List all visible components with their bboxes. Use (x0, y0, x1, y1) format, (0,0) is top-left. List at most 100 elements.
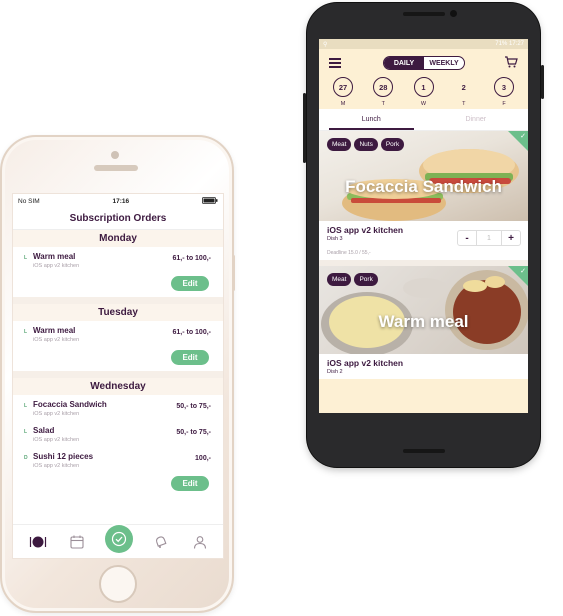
order-price: 50,- to 75,- (176, 403, 211, 410)
meal-type-badge: L (24, 429, 28, 435)
weekly-tab[interactable]: WEEKLY (424, 57, 464, 69)
day-number: 2 (461, 82, 466, 92)
meal-type-badge: L (24, 403, 28, 409)
check-icon: ✓ (520, 268, 526, 275)
front-camera (111, 151, 119, 159)
day-item[interactable]: 28 T (369, 77, 397, 109)
meal-tabs: Lunch Dinner (319, 109, 528, 131)
tag-meat: Meat (327, 138, 352, 151)
order-kitchen: iOS app v2 kitchen (33, 437, 80, 443)
divider (13, 297, 223, 304)
deadline-label: Deadline 15.0 / 55,- (327, 250, 371, 256)
order-price: 50,- to 75,- (176, 429, 211, 436)
bottom-speaker (403, 449, 445, 453)
app-header: DAILY WEEKLY (319, 49, 528, 75)
order-price: 100,- (195, 455, 211, 462)
tab-bar (13, 524, 223, 558)
allergen-tags: Meat Pork (327, 273, 378, 286)
tab-dinner[interactable]: Dinner (424, 109, 529, 130)
order-item[interactable]: L Warm meal iOS app v2 kitchen 61,- to 1… (13, 321, 223, 347)
day-section-wednesday: Wednesday L Focaccia Sandwich iOS app v2… (13, 378, 223, 497)
edit-button[interactable]: Edit (171, 350, 209, 365)
meal-title-overlay: Focaccia Sandwich (345, 177, 502, 196)
order-item[interactable]: D Sushi 12 pieces iOS app v2 kitchen 100… (13, 447, 223, 473)
profile-icon[interactable] (189, 531, 211, 553)
status-time: 17:27 (508, 41, 524, 47)
quantity-value[interactable]: 1 (476, 231, 502, 245)
meal-card[interactable]: Meat Pork ✓ Warm meal iOS app v2 kitchen… (319, 266, 528, 379)
volume-down-button (0, 295, 2, 325)
tag-pork: Pork (354, 273, 378, 286)
decrement-button[interactable]: - (458, 233, 476, 244)
iphone-device: No SIM 17:16 Subscription Orders Monday … (0, 135, 235, 613)
day-letter: M (340, 101, 346, 107)
android-device: ⚲ 71% 17:27 DAILY WEEKLY 27 M 28 T 1 W 2… (303, 3, 544, 467)
day-header: Wednesday (13, 378, 223, 395)
earpiece (94, 165, 138, 171)
order-price: 61,- to 100,- (172, 255, 211, 262)
divider (13, 371, 223, 378)
quantity-stepper: - 1 + (457, 230, 521, 246)
order-price: 61,- to 100,- (172, 329, 211, 336)
meal-title-overlay: Warm meal (378, 312, 469, 331)
check-icon[interactable] (104, 524, 133, 553)
bell-icon[interactable] (150, 531, 172, 553)
day-letter: T (381, 101, 385, 107)
edit-button[interactable]: Edit (171, 276, 209, 291)
meal-photo: Meat Pork ✓ Warm meal (319, 266, 528, 354)
carrier-label: No SIM (18, 197, 40, 205)
status-bar: No SIM 17:16 (13, 194, 223, 208)
meal-type-badge: L (24, 255, 28, 261)
order-item[interactable]: L Focaccia Sandwich iOS app v2 kitchen 5… (13, 395, 223, 421)
home-button[interactable] (99, 565, 137, 603)
day-number: 27 (333, 77, 353, 97)
edit-button[interactable]: Edit (171, 476, 209, 491)
day-number: 28 (373, 77, 394, 97)
volume-button (303, 93, 306, 163)
order-item[interactable]: L Salad iOS app v2 kitchen 50,- to 75,- (13, 421, 223, 447)
dining-icon[interactable] (27, 531, 49, 553)
menu-icon[interactable] (329, 58, 341, 68)
tag-meat: Meat (327, 273, 352, 286)
day-item[interactable]: 27 M (329, 77, 357, 109)
iphone-screen: No SIM 17:16 Subscription Orders Monday … (12, 193, 224, 559)
tab-lunch[interactable]: Lunch (319, 109, 424, 130)
cart-icon[interactable] (504, 55, 518, 69)
day-letter: T (462, 101, 466, 107)
meal-info: iOS app v2 kitchen Dish 3 Deadline 15.0 … (319, 221, 528, 260)
meal-type-badge: L (24, 329, 28, 335)
day-item[interactable]: 2 T (450, 77, 478, 109)
meal-photo: Meat Nuts Pork ✓ Focaccia Sandwich (319, 131, 528, 221)
day-section-tuesday: Tuesday L Warm meal iOS app v2 kitchen 6… (13, 304, 223, 371)
day-header: Monday (13, 230, 223, 247)
daily-tab[interactable]: DAILY (384, 57, 424, 69)
day-letter: F (502, 101, 506, 107)
edit-row: Edit (13, 473, 223, 497)
check-icon: ✓ (520, 133, 526, 140)
search-icon: ⚲ (323, 41, 328, 48)
increment-button[interactable]: + (502, 233, 520, 244)
status-time: 17:16 (112, 197, 130, 205)
mute-switch (0, 227, 2, 245)
battery-label: 71% (495, 41, 508, 47)
day-selector: 27 M 28 T 1 W 2 T 3 F (319, 75, 528, 109)
calendar-icon[interactable] (66, 531, 88, 553)
order-kitchen: iOS app v2 kitchen (33, 263, 80, 269)
day-number: 3 (494, 77, 514, 97)
daily-weekly-toggle[interactable]: DAILY WEEKLY (383, 56, 465, 70)
order-name: Sushi 12 pieces (33, 452, 94, 461)
volume-up-button (0, 257, 2, 287)
meal-type-badge: D (24, 455, 28, 461)
earpiece (403, 12, 445, 16)
page-title: Subscription Orders (13, 208, 223, 230)
order-kitchen: iOS app v2 kitchen (33, 463, 80, 469)
meal-info: iOS app v2 kitchen Dish 2 (319, 354, 528, 379)
order-item[interactable]: L Warm meal iOS app v2 kitchen 61,- to 1… (13, 247, 223, 273)
tag-pork: Pork (380, 138, 405, 151)
meal-card[interactable]: Meat Nuts Pork ✓ Focaccia Sandwich iOS a… (319, 131, 528, 260)
day-item[interactable]: 3 F (490, 77, 518, 109)
status-bar: ⚲ 71% 17:27 (319, 39, 528, 49)
day-item[interactable]: 1 W (410, 77, 438, 109)
tag-nuts: Nuts (354, 138, 378, 151)
edit-row: Edit (13, 273, 223, 297)
